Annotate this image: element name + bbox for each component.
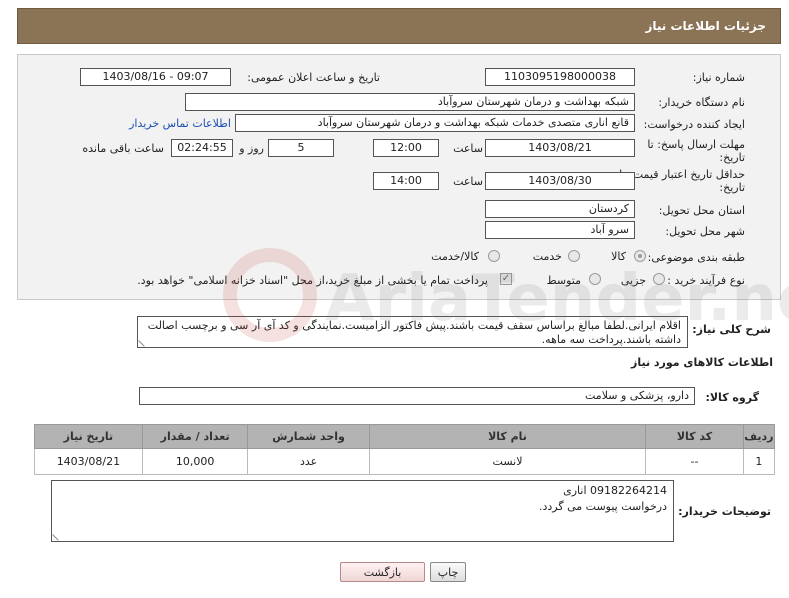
process-option-medium: متوسط [546,274,581,287]
announce-field: 1403/08/16 - 09:07 [80,68,231,86]
cell-row: 1 [742,448,776,475]
col-quantity: تعداد / مقدار [141,424,249,449]
page-header: جزئیات اطلاعات نیاز [17,8,781,44]
col-row: ردیف [742,424,776,449]
validity-date-field: 1403/08/30 [485,172,635,190]
description-text: اقلام ایرانی.لطفا مبالغ براساس سقف قیمت … [147,319,681,346]
process-radio-minor[interactable] [653,273,665,285]
deadline-label-date: تاریخ: [719,151,745,164]
description-label: شرح کلی نیاز: [692,323,771,336]
buyer-notes-textarea[interactable]: 09182264214 اناری درخواست پیوست می گردد. [51,480,674,542]
table-row: 1 -- لانست عدد 10,000 1403/08/21 [34,448,776,475]
cell-need-date: 1403/08/21 [34,448,143,475]
buyer-org-label: نام دستگاه خریدار: [658,96,745,109]
deadline-time-field: 12:00 [373,139,439,157]
back-button[interactable]: بازگشت [340,562,425,582]
days-remaining-field: 5 [268,139,334,157]
col-name: نام کالا [368,424,647,449]
announce-label: تاریخ و ساعت اعلان عمومی: [247,71,380,84]
category-option-goods-service: کالا/خدمت [431,250,479,263]
province-field: کردستان [485,200,635,218]
print-button[interactable]: چاپ [430,562,466,582]
creator-label: ایجاد کننده درخواست: [643,118,745,131]
buyer-org-field: شبکه بهداشت و درمان شهرستان سروآباد [185,93,635,111]
category-option-service: خدمت [532,250,562,263]
city-label: شهر محل تحویل: [665,225,745,238]
goods-table: ردیف کد کالا نام کالا واحد شمارش تعداد /… [34,424,776,475]
col-need-date: تاریخ نیاز [34,424,143,449]
days-label: روز و [239,142,264,155]
deadline-time-label: ساعت [453,142,483,155]
cell-code: -- [645,448,744,475]
province-label: استان محل تحویل: [658,204,745,217]
buyer-notes-line-2: درخواست پیوست می گردد. [539,500,667,513]
goods-table-header: ردیف کد کالا نام کالا واحد شمارش تعداد /… [34,424,776,449]
time-remaining-label: ساعت باقی مانده [82,142,164,155]
city-field: سرو آباد [485,221,635,239]
validity-time-label: ساعت [453,175,483,188]
cell-unit: عدد [247,448,370,475]
time-remaining-field: 02:24:55 [171,139,233,157]
need-number-label: شماره نیاز: [692,71,745,84]
validity-label: حداقل تاریخ اعتبار قیمت: تا [619,168,745,181]
category-radio-goods-service[interactable] [488,250,500,262]
creator-field: قانع اناری متصدی خدمات شبکه بهداشت و درم… [235,114,635,132]
process-option-minor: جزیی [620,274,646,287]
contact-info-link[interactable]: اطلاعات تماس خریدار [129,117,231,130]
description-textarea[interactable]: اقلام ایرانی.لطفا مبالغ براساس سقف قیمت … [137,316,688,348]
treasury-payment-note: پرداخت تمام یا بخشی از مبلغ خرید،از محل … [137,274,488,287]
goods-group-field: دارو، پزشکی و سلامت [139,387,695,405]
deadline-label: مهلت ارسال پاسخ: تا [647,138,745,151]
buyer-notes-line-1: 09182264214 اناری [563,484,667,497]
need-number-field: 1103095198000038 [485,68,635,86]
category-radio-goods[interactable] [634,250,646,262]
process-type-label: نوع فرآیند خرید : [667,274,745,287]
category-label: طبقه بندی موضوعی: [647,251,745,264]
validity-time-field: 14:00 [373,172,439,190]
resize-grip-icon [138,335,150,347]
goods-section-title: اطلاعات کالاهای مورد نیاز [631,356,773,369]
process-radio-medium[interactable] [589,273,601,285]
col-code: کد کالا [645,424,744,449]
deadline-date-field: 1403/08/21 [485,139,635,157]
page-title: جزئیات اطلاعات نیاز [645,19,766,33]
validity-label-date: تاریخ: [719,181,745,194]
category-option-goods: کالا [611,250,626,263]
cell-quantity: 10,000 [141,448,249,475]
treasury-payment-checkbox[interactable]: ✓ [500,273,512,285]
cell-name: لانست [368,448,647,475]
goods-group-label: گروه کالا: [705,391,759,404]
buyer-notes-label: توضیحات خریدار: [678,505,771,518]
resize-grip-icon [52,529,64,541]
col-unit: واحد شمارش [247,424,370,449]
category-radio-service[interactable] [568,250,580,262]
